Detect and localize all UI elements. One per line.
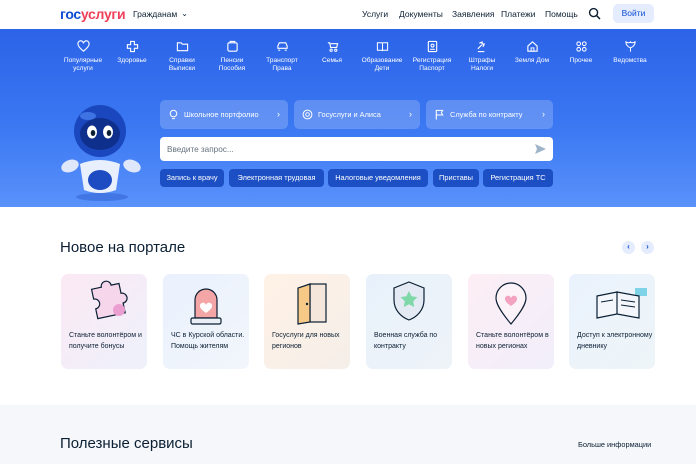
search-input[interactable] [167, 141, 507, 157]
more-info-link[interactable]: Больше информации [578, 440, 651, 449]
news-card-volunteer-bonus[interactable]: Станьте волонтёром и получите бонусы [61, 274, 147, 369]
nav-payments[interactable]: Платежи [501, 9, 535, 19]
news-card-electronic-diary[interactable]: Доступ к электронному дневнику [569, 274, 655, 369]
emblem-icon [624, 40, 636, 52]
quick-contract-service[interactable]: Служба по контракту › [426, 100, 553, 129]
login-button[interactable]: Войти [613, 4, 654, 23]
flag-icon [435, 109, 444, 120]
chevron-left-icon: ‹ [627, 242, 630, 251]
house-icon [526, 41, 538, 52]
heart-icon [76, 40, 90, 52]
diary-icon [596, 288, 647, 319]
quick-school-portfolio[interactable]: Школьное портфолио › [160, 100, 288, 129]
folder-icon [176, 42, 188, 52]
passport-icon [427, 40, 437, 53]
chip-vehicle-registration[interactable]: Регистрация ТС [483, 169, 553, 187]
card-text: Станьте волонтёром и получите бонусы [69, 332, 142, 350]
persona-selector[interactable]: Гражданам ⌄ [133, 9, 188, 19]
gosuslugi-logo[interactable]: госуслуги [60, 6, 126, 22]
map-pin-heart-icon [495, 282, 527, 325]
chip-bailiffs[interactable]: Приставы [433, 169, 479, 187]
card-text: Доступ к электронному дневнику [577, 332, 653, 350]
alice-icon [302, 109, 313, 120]
send-arrow-icon[interactable] [534, 143, 547, 155]
grid-icon [575, 41, 587, 52]
chevron-right-icon: › [646, 242, 649, 251]
card-text: Госуслуги для новых регионов [272, 332, 340, 350]
search-icon[interactable] [588, 7, 601, 20]
news-card-new-regions[interactable]: Госуслуги для новых регионов [264, 274, 350, 369]
category-label: Ведомства [613, 57, 647, 64]
gavel-icon [476, 41, 485, 53]
news-card-volunteer-regions[interactable]: Станьте волонтёром в новых регионах [468, 274, 554, 369]
stroller-icon [327, 42, 338, 52]
new-section-title: Новое на портале [60, 239, 186, 256]
chevron-right-icon: › [409, 109, 412, 119]
nav-help[interactable]: Помощь [545, 9, 578, 19]
card-text: ЧС в Курской области. Помощь жителям [171, 332, 245, 350]
logo-part-uslugi: услуги [80, 6, 126, 22]
lightbulb-icon [169, 109, 178, 120]
news-card-kursk-help[interactable]: ЧС в Курской области. Помощь жителям [163, 274, 249, 369]
category-agencies[interactable]: Ведомства [600, 40, 660, 65]
chip-doctor-appointment[interactable]: Запись к врачу [160, 169, 224, 187]
wallet-icon [226, 40, 238, 52]
siren-icon [190, 288, 222, 325]
chip-electronic-workbook[interactable]: Электронная трудовая [229, 169, 324, 187]
nav-documents[interactable]: Документы [399, 9, 443, 19]
nav-services[interactable]: Услуги [362, 9, 388, 19]
carousel-prev-button[interactable]: ‹ [622, 241, 635, 254]
chevron-down-icon: ⌄ [181, 9, 188, 18]
persona-label: Гражданам [133, 9, 178, 19]
medical-cross-icon [126, 40, 138, 53]
chevron-right-icon: › [277, 109, 280, 119]
search-bar [160, 137, 553, 161]
card-text: Военная служба по контракту [374, 332, 438, 350]
door-icon [297, 283, 327, 325]
carousel-next-button[interactable]: › [641, 241, 654, 254]
quick-alice[interactable]: Госуслуги и Алиса › [294, 100, 420, 129]
puzzle-icon [90, 280, 128, 320]
shield-star-icon [393, 281, 425, 321]
robot-mascot-image [61, 105, 141, 201]
quick-label: Госуслуги и Алиса [318, 110, 381, 119]
book-icon [376, 42, 388, 52]
hero-banner: Популярные услуги Здоровье Справки Выпис… [0, 29, 696, 207]
news-card-military-service[interactable]: Военная служба по контракту [366, 274, 452, 369]
nav-applications[interactable]: Заявления [452, 9, 495, 19]
quick-label: Школьное портфолио [184, 110, 259, 119]
chevron-right-icon: › [542, 109, 545, 119]
logo-part-gos: гос [60, 6, 81, 22]
car-icon [276, 42, 288, 51]
quick-label: Служба по контракту [450, 110, 523, 119]
card-text: Станьте волонтёром в новых регионах [476, 332, 549, 350]
top-bar: госуслуги Гражданам ⌄ Услуги Документы За… [0, 0, 696, 29]
chip-tax-notices[interactable]: Налоговые уведомления [328, 169, 428, 187]
useful-section-title: Полезные сервисы [60, 435, 193, 452]
